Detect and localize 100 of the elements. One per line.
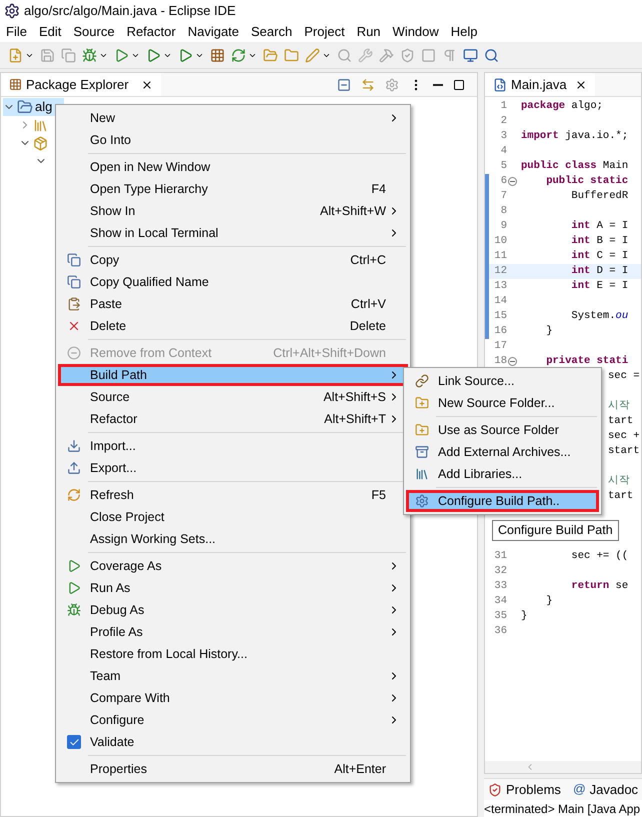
copy-icon <box>67 253 81 267</box>
menu-item[interactable]: Paste Ctrl+V <box>58 293 408 315</box>
menu-item[interactable]: Team <box>58 665 408 687</box>
menu-item[interactable]: Add Libraries... <box>406 463 599 485</box>
code-line: public class Main <box>521 160 628 172</box>
menu-item[interactable]: Validate <box>58 731 408 753</box>
line-number: 5 <box>500 158 507 174</box>
code-line: tart <box>608 414 634 427</box>
menu-item[interactable]: Debug As <box>58 599 408 621</box>
javadoc-icon: @ <box>572 780 586 799</box>
menu-item[interactable]: Build Path <box>58 364 408 386</box>
code-line: private stati <box>545 354 628 367</box>
gear-icon <box>415 494 429 508</box>
line-number: 31 <box>494 548 507 564</box>
new-file-icon <box>8 48 23 62</box>
line-number: 16 <box>494 324 507 339</box>
menu-item[interactable]: Open in New Window <box>58 156 408 178</box>
refresh-icon <box>67 488 81 502</box>
shortcut-label: Alt+Shift+S <box>323 388 386 406</box>
search-icon <box>484 48 499 62</box>
code-line: sec += (( <box>570 550 628 562</box>
line-number: 12 <box>494 264 507 279</box>
code-line: BufferedR <box>570 190 628 202</box>
pilcrow-icon <box>442 48 457 62</box>
menu-bar-item[interactable]: Source <box>67 22 121 42</box>
bug-icon <box>67 603 81 617</box>
folder-icon <box>17 99 33 115</box>
bottom-tab[interactable]: Problems <box>506 780 561 800</box>
shortcut-label: F4 <box>371 180 386 198</box>
menu-bar-item[interactable]: Navigate <box>182 22 246 42</box>
folder-icon <box>284 48 299 62</box>
tree-item[interactable]: alg <box>3 98 64 116</box>
menu-item[interactable]: New Source Folder... <box>406 392 599 414</box>
line-number: 6 <box>500 174 507 189</box>
fold-icon[interactable] <box>508 177 517 186</box>
save-all-icon <box>61 48 76 62</box>
menu-item[interactable]: Show in Local Terminal <box>58 222 408 244</box>
code-line: 시작 <box>608 474 630 487</box>
shortcut-label: Ctrl+Alt+Shift+Down <box>273 344 386 362</box>
line-number: 35 <box>494 608 507 624</box>
menu-bar-item[interactable]: Help <box>444 22 484 42</box>
search-icon <box>337 48 352 62</box>
line-number: 10 <box>494 234 507 249</box>
menu-item[interactable]: Copy Qualified Name <box>58 271 408 293</box>
hammer-icon <box>379 48 394 62</box>
line-number: 4 <box>500 144 507 159</box>
menu-item[interactable]: Configure Build Path.. <box>406 490 599 512</box>
menu-item[interactable]: Restore from Local History... <box>58 643 408 665</box>
menu-item[interactable]: Link Source... <box>406 370 599 392</box>
folder-plus-icon <box>415 423 429 437</box>
menu-item[interactable]: Properties Alt+Enter <box>58 758 408 780</box>
menu-item[interactable]: Assign Working Sets... <box>58 528 408 550</box>
minimize-icon[interactable] <box>433 84 443 86</box>
console-status: <terminated> Main [Java App <box>484 800 640 817</box>
close-icon <box>67 319 81 333</box>
menu-bar-item[interactable]: Project <box>298 22 351 42</box>
code-line: sec + <box>608 430 640 442</box>
menu-item[interactable]: Delete Delete <box>58 315 408 337</box>
menu-item[interactable]: Show In Alt+Shift+W <box>58 200 408 222</box>
line-number: 11 <box>494 248 507 264</box>
view-tab[interactable]: Package Explorer <box>1 73 161 96</box>
code-line: sec = <box>608 370 640 382</box>
code-line: return se <box>570 580 628 592</box>
collapse-all-icon <box>337 78 351 92</box>
checkbox[interactable] <box>67 735 81 749</box>
library-icon <box>415 467 429 481</box>
run-icon <box>114 48 129 62</box>
menu-item[interactable]: Open Type Hierarchy F4 <box>58 178 408 200</box>
menu-item[interactable]: Profile As <box>58 621 408 643</box>
bug-icon <box>82 48 97 62</box>
line-number: 32 <box>494 564 507 579</box>
menu-item[interactable]: Run As <box>58 577 408 599</box>
menu-bar-item[interactable]: Search <box>245 22 298 42</box>
folder-plus-icon <box>415 396 429 410</box>
menu-item[interactable]: Close Project <box>58 506 408 528</box>
line-number: 8 <box>500 204 507 219</box>
bottom-tab[interactable]: Javadoc <box>590 780 638 800</box>
run-icon <box>146 48 161 62</box>
menu-bar-item[interactable]: Edit <box>32 22 68 42</box>
menu-bar-item[interactable]: File <box>0 22 33 42</box>
code-line: int E = I <box>570 280 628 292</box>
menu-item[interactable]: Copy Ctrl+C <box>58 249 408 271</box>
menu-bar-item[interactable]: Window <box>386 22 445 42</box>
check-icon <box>68 736 80 748</box>
menu-bar-item[interactable]: Run <box>350 22 387 42</box>
menu-item[interactable]: Coverage As <box>58 555 408 577</box>
line-number: 34 <box>494 594 507 609</box>
editor-tab[interactable]: Main.java <box>485 73 595 96</box>
close-icon <box>574 78 587 90</box>
code-line: } <box>521 610 528 622</box>
menu-bar-item[interactable]: Refactor <box>120 22 182 42</box>
menu-item[interactable]: Configure <box>58 709 408 731</box>
menu-item[interactable]: Add External Archives... <box>406 441 599 463</box>
code-line: int B = I <box>570 234 628 247</box>
fold-icon[interactable] <box>508 357 517 366</box>
menu-item[interactable]: Compare With <box>58 687 408 709</box>
import-icon <box>67 439 81 453</box>
menu-item[interactable]: Go Into <box>58 129 408 151</box>
menu-item[interactable]: Use as Source Folder <box>406 419 599 441</box>
paste-icon <box>67 297 81 311</box>
